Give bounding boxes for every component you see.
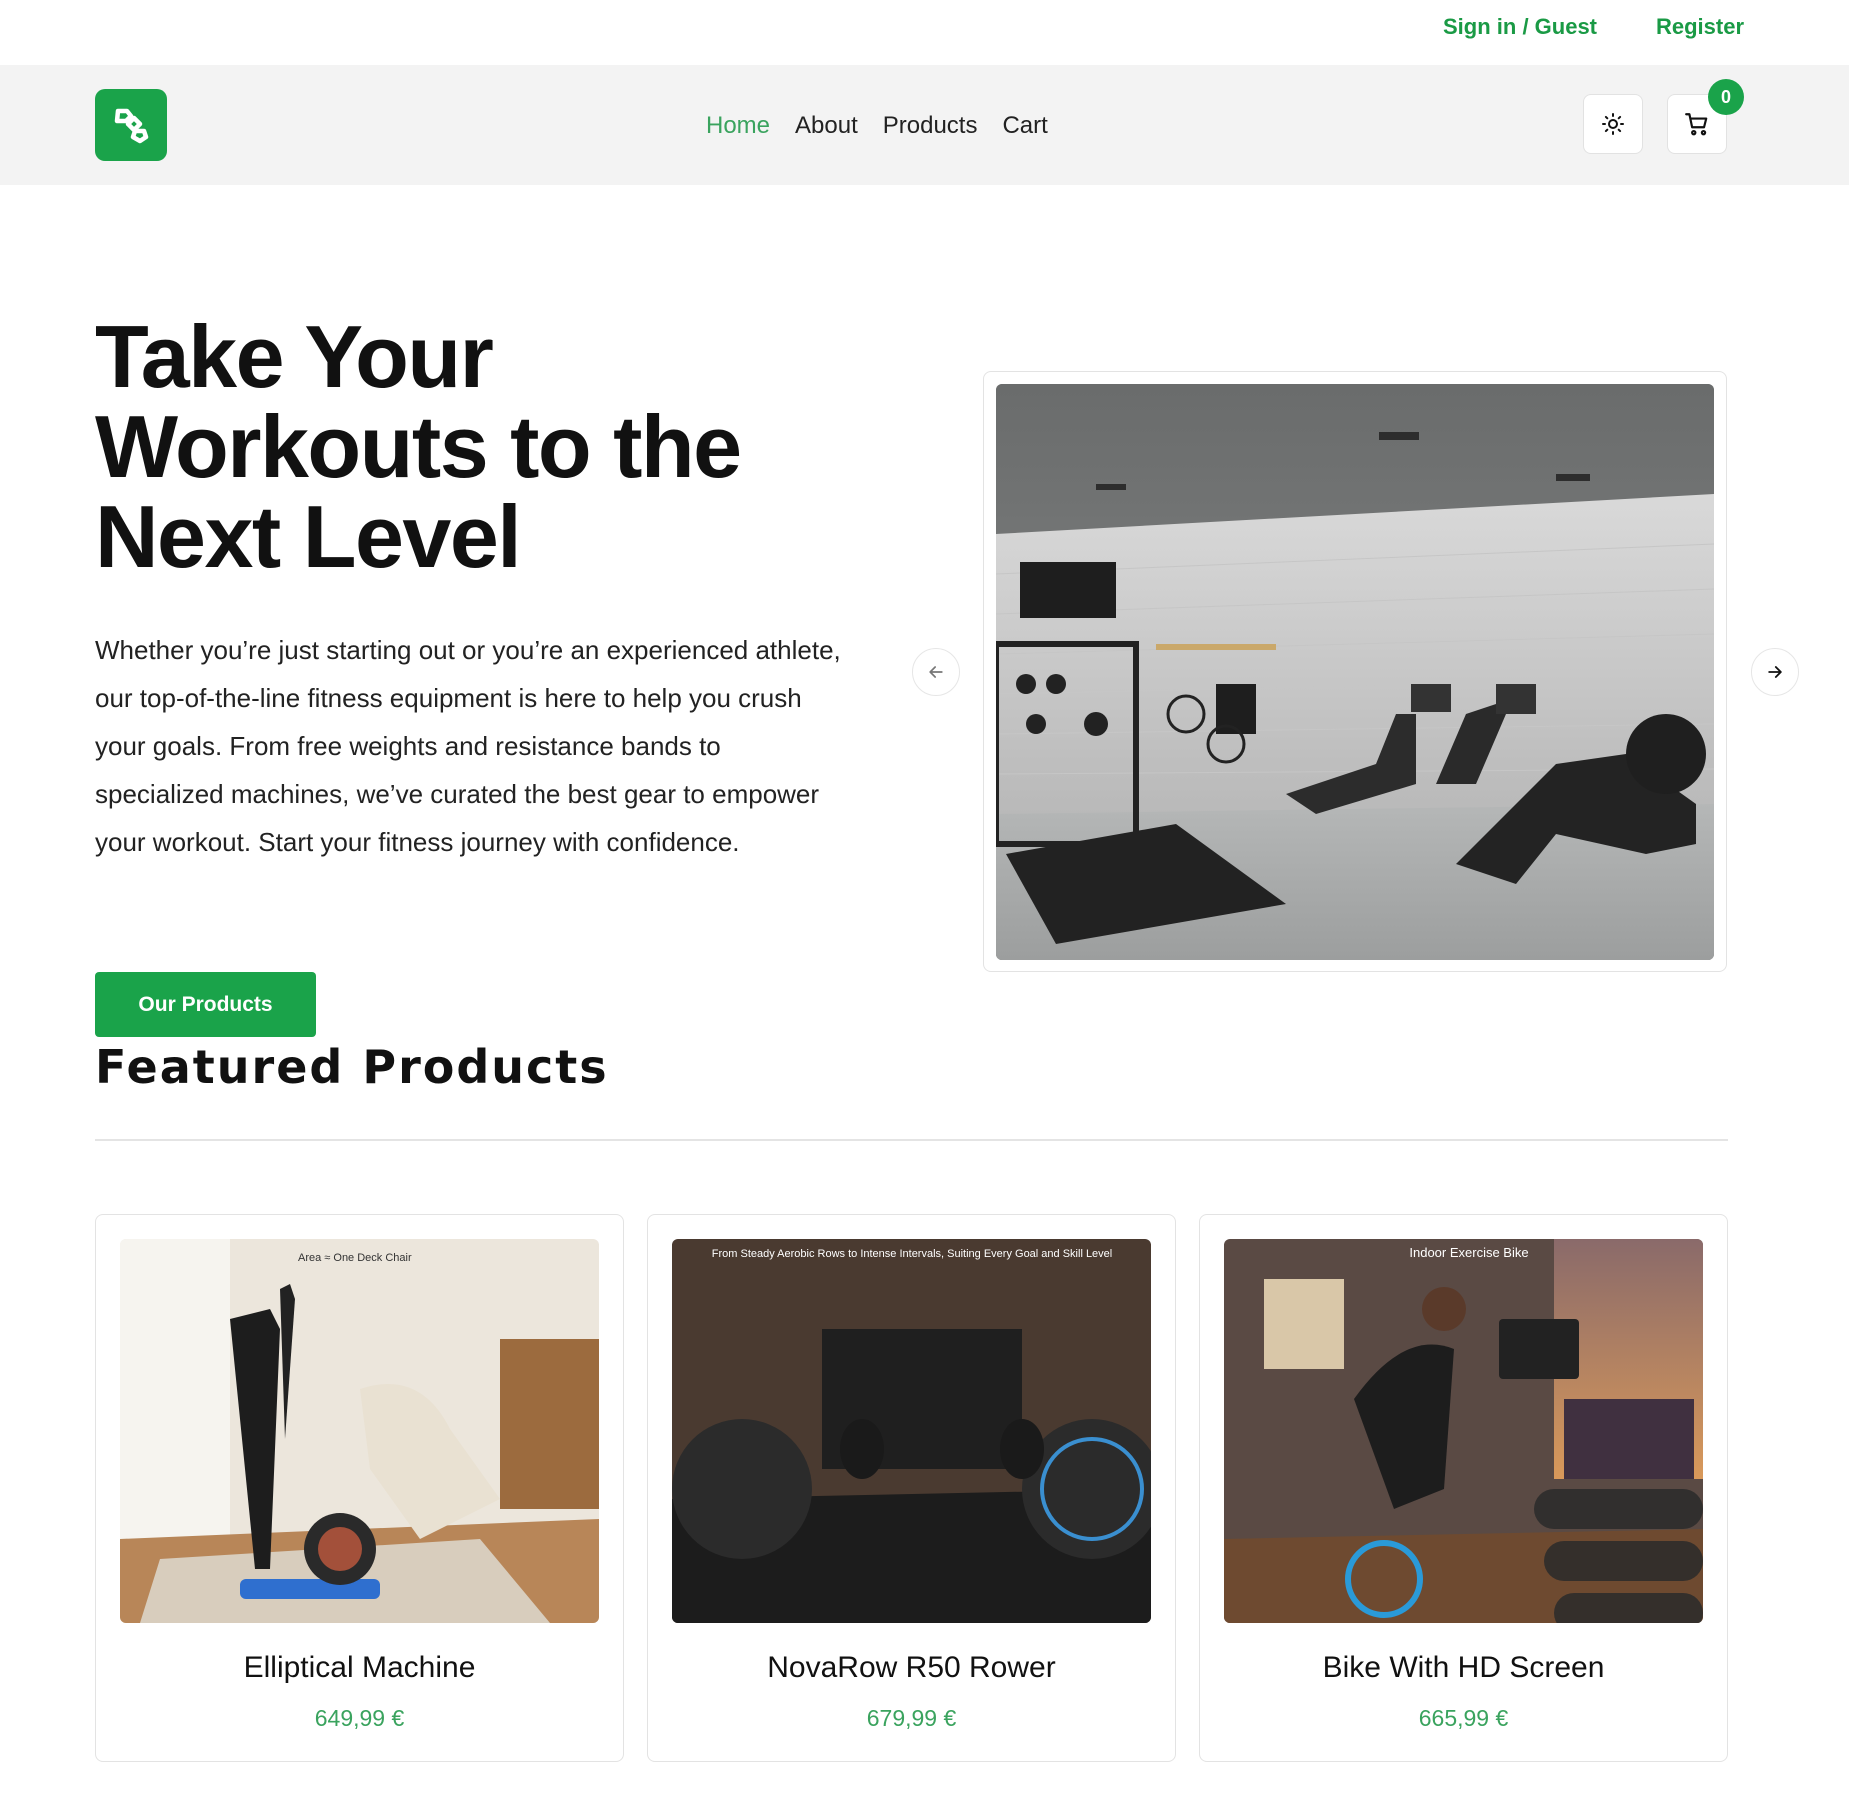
product-card[interactable]: From Steady Aerobic Rows to Intense Inte…: [647, 1214, 1176, 1762]
home-gym-image: [996, 384, 1714, 960]
product-name[interactable]: Elliptical Machine: [96, 1651, 623, 1685]
product-card[interactable]: Area ≈ One Deck Chair Elliptical Machine…: [95, 1214, 624, 1762]
theme-toggle-button[interactable]: [1583, 94, 1643, 154]
product-card[interactable]: Indoor Exercise Bike Bike With HD Screen…: [1199, 1214, 1728, 1762]
product-name[interactable]: NovaRow R50 Rower: [648, 1651, 1175, 1685]
product-image-caption: Indoor Exercise Bike: [1409, 1245, 1528, 1260]
product-price: 679,99 €: [866, 1705, 957, 1731]
product-price: 665,99 €: [1418, 1705, 1509, 1731]
hero-description: Whether you’re just starting out or you’…: [95, 635, 841, 857]
nav-cart[interactable]: Cart: [1002, 112, 1047, 140]
arrow-right-icon: [1768, 666, 1782, 678]
product-image-caption: Area ≈ One Deck Chair: [298, 1252, 412, 1264]
nav-home[interactable]: Home: [706, 112, 770, 140]
logo-icon[interactable]: [95, 89, 167, 161]
carousel-next-button[interactable]: [1751, 648, 1799, 696]
cart-count-badge: 0: [1708, 79, 1744, 115]
main-nav: Home About Products Cart: [706, 112, 1048, 140]
product-image[interactable]: From Steady Aerobic Rows to Intense Inte…: [672, 1239, 1151, 1623]
product-image-caption: From Steady Aerobic Rows to Intense Inte…: [712, 1248, 1112, 1260]
product-image[interactable]: Area ≈ One Deck Chair: [120, 1239, 599, 1623]
register-link[interactable]: Register: [1656, 14, 1744, 40]
hero-carousel: [983, 371, 1727, 972]
navbar: Home About Products Cart 0: [0, 65, 1849, 185]
section-divider: [95, 1139, 1728, 1141]
product-price: 649,99 €: [314, 1705, 405, 1731]
product-image[interactable]: Indoor Exercise Bike: [1224, 1239, 1703, 1623]
arrow-left-icon: [929, 666, 943, 678]
nav-products[interactable]: Products: [883, 112, 978, 140]
sun-icon: [1602, 113, 1624, 135]
nav-about[interactable]: About: [795, 112, 858, 140]
carousel-prev-button[interactable]: [912, 648, 960, 696]
signin-link[interactable]: Sign in / Guest: [1443, 14, 1597, 40]
top-bar: Sign in / Guest Register: [0, 0, 1849, 65]
our-products-button[interactable]: Our Products: [95, 972, 316, 1037]
featured-products-heading: Featured Products: [95, 1040, 609, 1094]
cart-icon: [1685, 113, 1708, 136]
hero-title: Take Your Workouts to the Next Level: [95, 307, 742, 586]
product-name[interactable]: Bike With HD Screen: [1200, 1651, 1727, 1685]
